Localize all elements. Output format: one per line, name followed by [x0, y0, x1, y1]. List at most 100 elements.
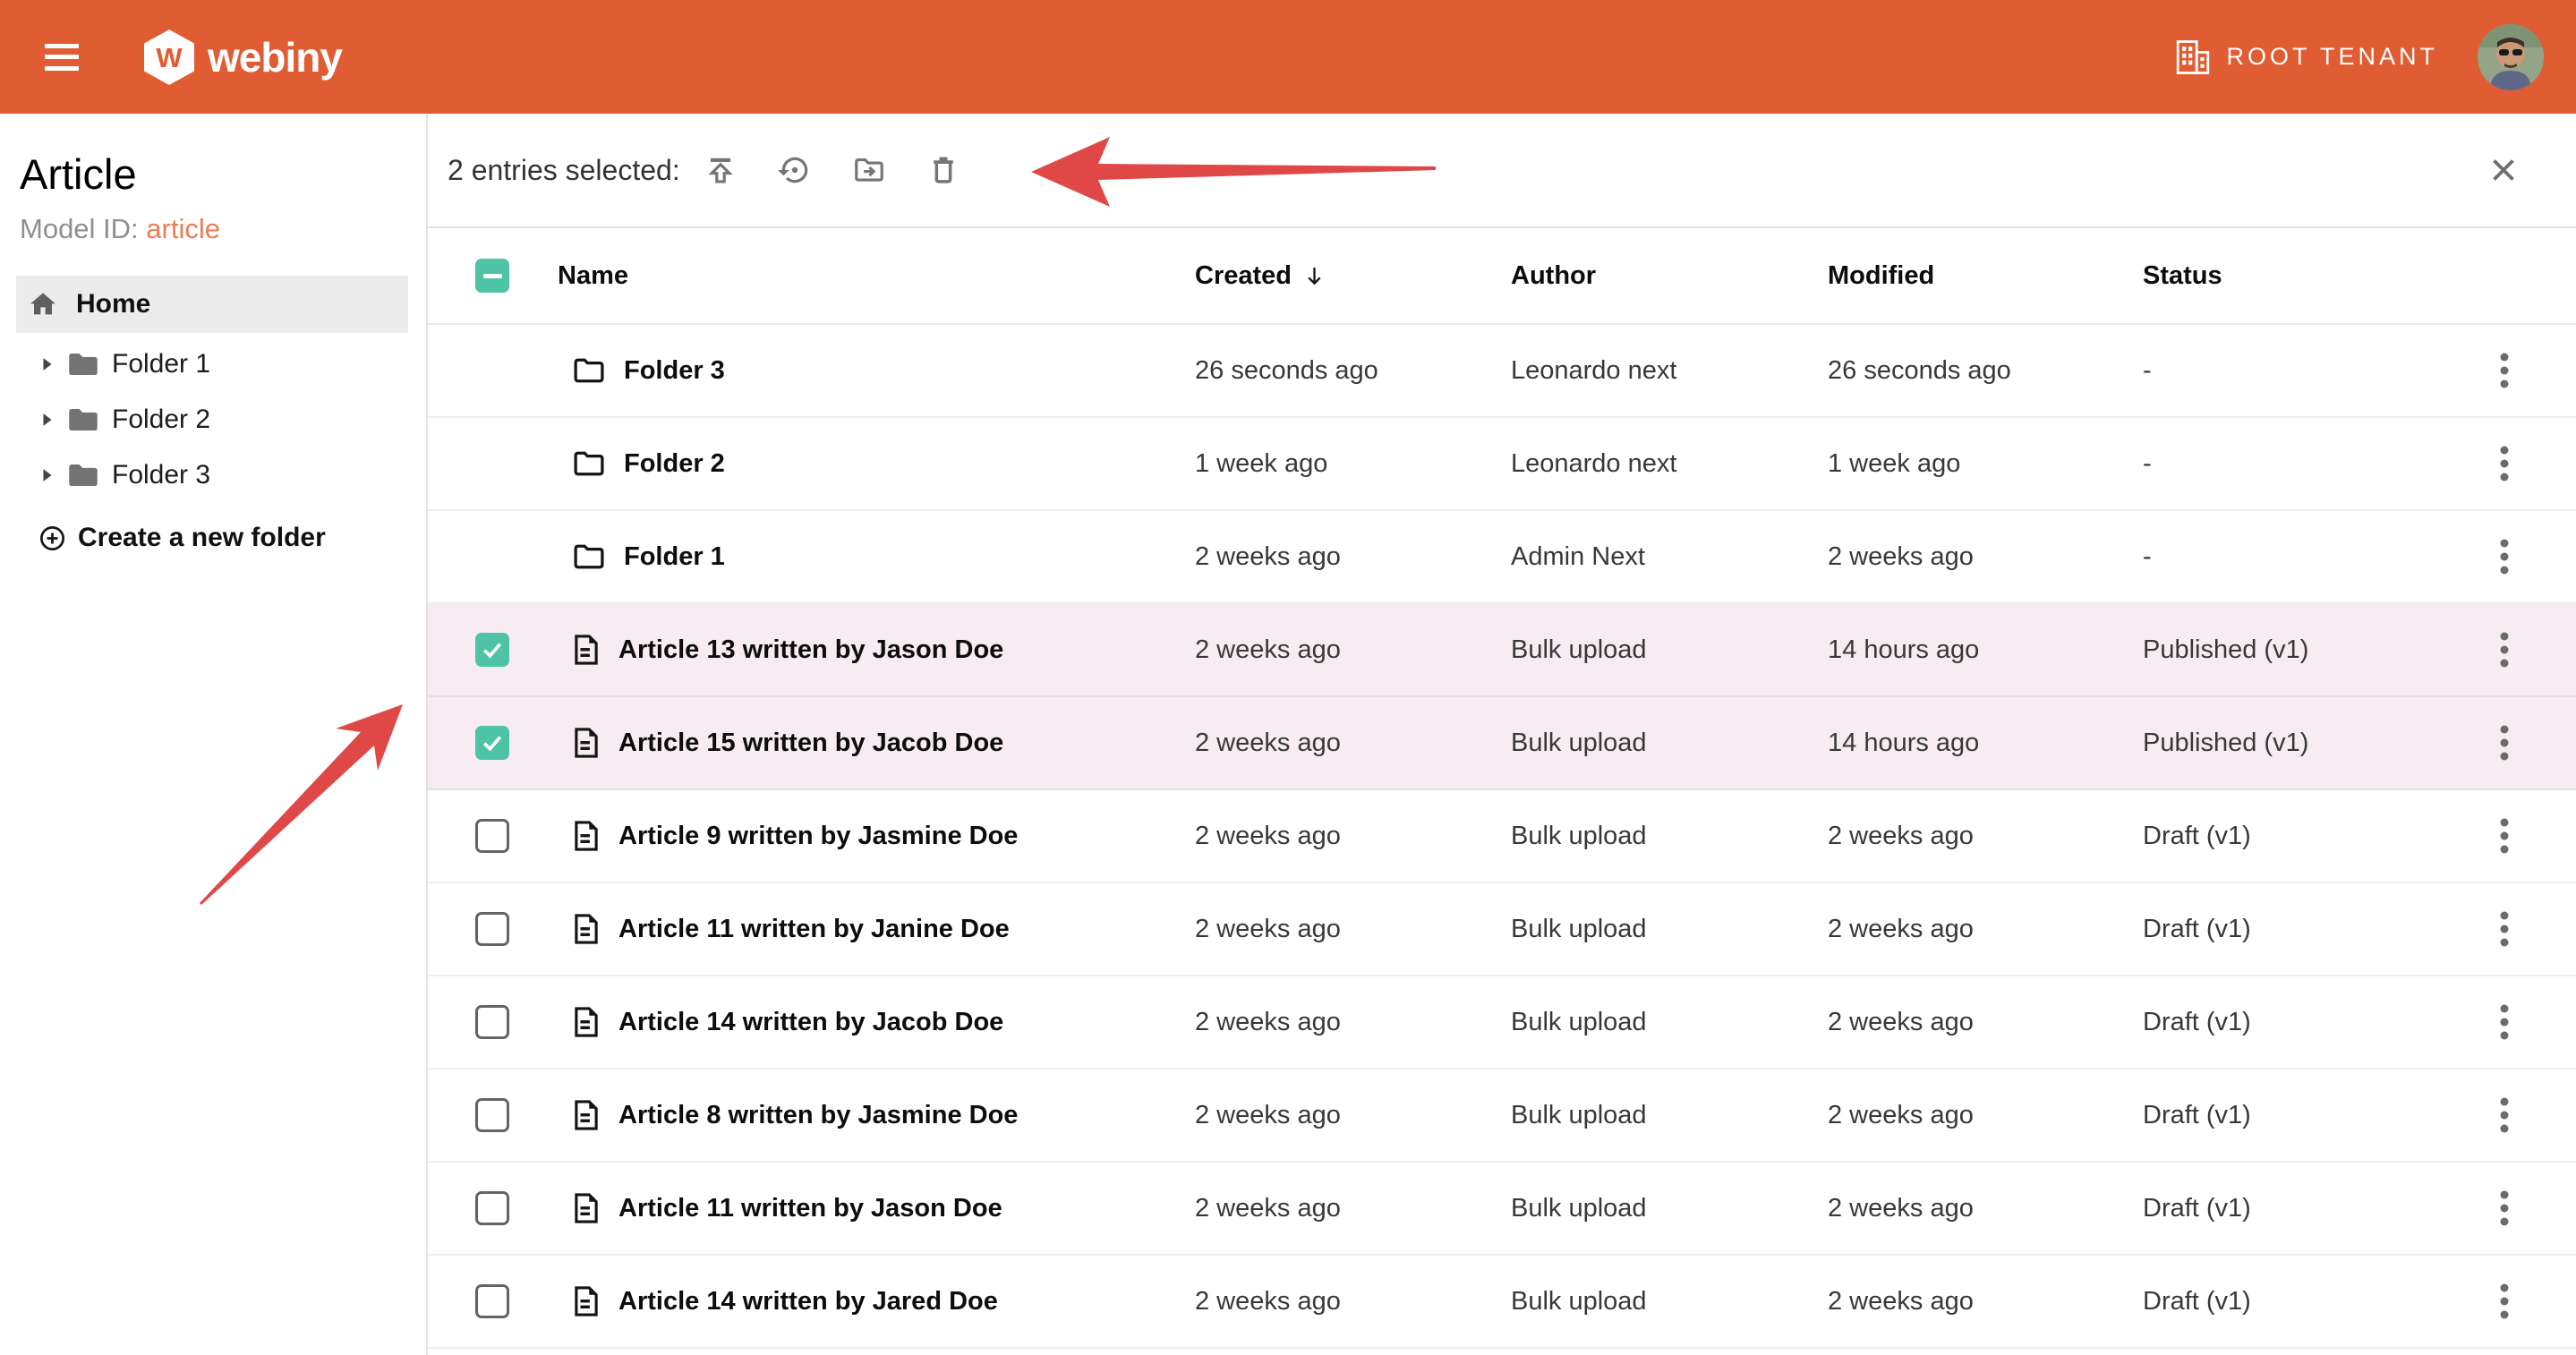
entry-status: Draft (v1) [2143, 1008, 2416, 1037]
table-header-row: Name Created Author Modified Status [428, 228, 2576, 325]
entry-modified: 2 weeks ago [1828, 1101, 2143, 1130]
row-checkbox[interactable] [475, 912, 509, 946]
row-checkbox[interactable] [475, 633, 509, 667]
row-menu-button[interactable] [2486, 628, 2522, 671]
tenant-selector[interactable]: ROOT TENANT [2174, 38, 2438, 76]
row-menu-button[interactable] [2486, 908, 2522, 950]
caret-right-icon[interactable] [42, 413, 53, 427]
entry-created: 2 weeks ago [1195, 915, 1511, 944]
entry-author: Admin Next [1511, 542, 1828, 572]
table-row[interactable]: Article 14 written by Jacob Doe 2 weeks … [428, 976, 2576, 1070]
add-circle-icon [38, 524, 66, 552]
row-checkbox[interactable] [475, 819, 509, 853]
kebab-menu-icon [2486, 1280, 2522, 1323]
entry-status: Draft (v1) [2143, 915, 2416, 944]
folder-icon [67, 351, 99, 378]
entry-status: - [2143, 449, 2416, 479]
row-menu-button[interactable] [2486, 1001, 2522, 1044]
row-checkbox[interactable] [475, 1191, 509, 1225]
entries-panel: 2 entries selected: [428, 114, 2576, 1355]
sidebar-folder-item[interactable]: Folder 1 [0, 337, 426, 392]
document-icon [574, 1007, 599, 1037]
webiny-logo: W webiny [143, 29, 342, 86]
sidebar-folder-item[interactable]: Folder 3 [0, 447, 426, 503]
table-row[interactable]: Article 11 written by Janine Doe 2 weeks… [428, 883, 2576, 976]
entry-status: Published (v1) [2143, 729, 2416, 758]
caret-right-icon[interactable] [42, 357, 53, 371]
table-row[interactable]: Article 11 written by Jason Doe 2 weeks … [428, 1163, 2576, 1256]
table-row[interactable]: Folder 2 1 week ago Leonardo next 1 week… [428, 418, 2576, 511]
row-menu-button[interactable] [2486, 535, 2522, 578]
folder-tree: Folder 1 Folder 2 Folder 3 [0, 337, 426, 503]
entry-name: Article 14 written by Jacob Doe [618, 1008, 1003, 1037]
row-menu-button[interactable] [2486, 721, 2522, 764]
entry-author: Leonardo next [1511, 356, 1828, 386]
row-menu-button[interactable] [2486, 349, 2522, 392]
caret-right-icon[interactable] [42, 468, 53, 482]
row-menu-button[interactable] [2486, 1094, 2522, 1137]
move-to-folder-button[interactable] [852, 153, 886, 187]
logo-letter: W [156, 42, 183, 73]
close-selection-button[interactable] [2487, 154, 2520, 186]
table-row[interactable]: Folder 3 26 seconds ago Leonardo next 26… [428, 325, 2576, 418]
column-header-author[interactable]: Author [1511, 261, 1828, 291]
entry-name: Article 11 written by Janine Doe [618, 915, 1010, 944]
table-row[interactable]: Article 8 written by Jasmine Doe 2 weeks… [428, 1070, 2576, 1163]
row-checkbox[interactable] [475, 1005, 509, 1039]
publish-icon [704, 154, 737, 186]
document-icon [574, 1193, 599, 1223]
row-menu-button[interactable] [2486, 1187, 2522, 1230]
table-row[interactable]: Folder 1 2 weeks ago Admin Next 2 weeks … [428, 511, 2576, 604]
document-icon [574, 821, 599, 851]
entry-author: Bulk upload [1511, 729, 1828, 758]
table-row[interactable]: Article 15 written by Jacob Doe 2 weeks … [428, 697, 2576, 790]
sidebar-item-home[interactable]: Home [16, 276, 408, 333]
document-icon [574, 1286, 599, 1317]
row-menu-button[interactable] [2486, 814, 2522, 857]
column-header-name[interactable]: Name [545, 261, 1195, 291]
top-app-bar: W webiny ROOT TENANT [0, 0, 2576, 114]
menu-icon[interactable] [45, 44, 79, 71]
entry-created: 1 week ago [1195, 449, 1511, 479]
sidebar-folder-label: Folder 1 [112, 349, 210, 379]
kebab-menu-icon [2486, 628, 2522, 671]
entry-created: 26 seconds ago [1195, 356, 1511, 386]
entry-modified: 14 hours ago [1828, 729, 2143, 758]
kebab-menu-icon [2486, 908, 2522, 950]
entry-modified: 2 weeks ago [1828, 822, 2143, 851]
entry-modified: 2 weeks ago [1828, 1194, 2143, 1223]
document-icon [574, 635, 599, 665]
entry-author: Bulk upload [1511, 822, 1828, 851]
entry-status: - [2143, 356, 2416, 386]
sidebar: Article Model ID: article Home Folder 1 [0, 114, 428, 1355]
restore-button[interactable] [778, 153, 812, 187]
row-checkbox[interactable] [475, 1284, 509, 1318]
row-checkbox[interactable] [475, 726, 509, 760]
entry-name: Article 15 written by Jacob Doe [618, 729, 1003, 758]
entry-created: 2 weeks ago [1195, 1287, 1511, 1317]
create-folder-button[interactable]: Create a new folder [0, 510, 426, 566]
row-menu-button[interactable] [2486, 1280, 2522, 1323]
table-row[interactable]: Article 9 written by Jasmine Doe 2 weeks… [428, 790, 2576, 883]
sidebar-folder-item[interactable]: Folder 2 [0, 392, 426, 447]
model-id: Model ID: article [20, 213, 426, 245]
table-row[interactable]: Article 14 written by Jared Doe 2 weeks … [428, 1256, 2576, 1349]
select-all-checkbox[interactable] [475, 259, 509, 293]
table-row[interactable]: Article 13 written by Jason Doe 2 weeks … [428, 604, 2576, 697]
kebab-menu-icon [2486, 1187, 2522, 1230]
column-header-modified[interactable]: Modified [1828, 261, 2143, 291]
user-avatar[interactable] [2478, 24, 2544, 90]
model-id-value: article [146, 213, 220, 244]
publish-button[interactable] [704, 153, 738, 187]
row-checkbox[interactable] [475, 1098, 509, 1132]
building-icon [2174, 38, 2212, 76]
entry-created: 2 weeks ago [1195, 1008, 1511, 1037]
column-header-created[interactable]: Created [1195, 261, 1511, 291]
sort-desc-icon [1302, 264, 1326, 288]
brand-wordmark: webiny [208, 37, 342, 78]
entry-author: Bulk upload [1511, 1287, 1828, 1317]
delete-button[interactable] [926, 153, 960, 187]
row-menu-button[interactable] [2486, 442, 2522, 485]
selection-toolbar: 2 entries selected: [428, 114, 2576, 228]
column-header-status[interactable]: Status [2143, 261, 2416, 291]
